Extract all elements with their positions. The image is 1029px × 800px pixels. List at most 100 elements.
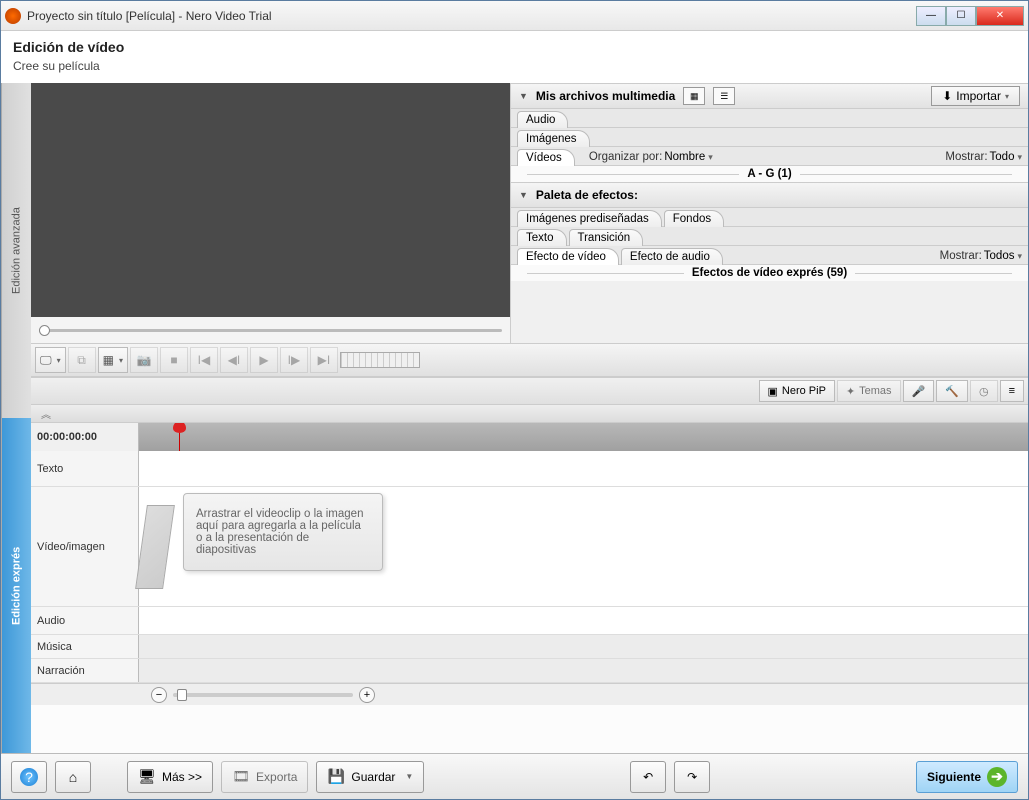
media-panel-title: Mis archivos multimedia <box>536 89 675 103</box>
page-header: Edición de vídeo Cree su película <box>1 31 1028 83</box>
wand-icon: ✦ <box>846 385 855 398</box>
next-frame-button: ▶I <box>310 347 338 373</box>
save-icon: 💾 <box>327 768 345 786</box>
stop-button: ■ <box>160 347 188 373</box>
view-grid-button[interactable]: ▦ <box>683 87 705 105</box>
timeline-collapse[interactable]: ︽ <box>31 405 1028 423</box>
music-track[interactable] <box>139 635 1028 658</box>
tab-express-edit[interactable]: Edición exprés <box>1 418 31 753</box>
seek-thumb[interactable] <box>39 325 50 336</box>
fx-group: Efectos de vídeo exprés (59) <box>692 267 847 279</box>
narration-track[interactable] <box>139 659 1028 682</box>
timeline: 00:00:00:00 Texto Vídeo/imagen Arrastrar… <box>31 423 1028 753</box>
media-panel-header: ▼ Mis archivos multimedia ▦ ☰ ⬇ Importar… <box>511 83 1028 109</box>
nero-home-button[interactable]: ⌂ <box>55 761 91 793</box>
close-button[interactable]: ✕ <box>976 6 1024 26</box>
footer: ? ⌂ 🖥Más >> 🎞Exporta 💾Guardar▼ ↶ ↷ Sigui… <box>1 753 1028 799</box>
snapshot-button: 📷 <box>130 347 158 373</box>
tools-button[interactable]: 🔨 <box>936 380 968 402</box>
collapse-icon[interactable]: ▼ <box>519 91 528 101</box>
mic-icon: 🎤 <box>912 385 926 398</box>
track-label-video: Vídeo/imagen <box>31 487 139 606</box>
pip-icon: ▣ <box>768 385 778 398</box>
tab-transition[interactable]: Transición <box>569 229 644 246</box>
tab-audio-fx[interactable]: Efecto de audio <box>621 248 723 265</box>
monitor-icon: 🖥 <box>138 768 156 786</box>
help-icon: ? <box>20 768 38 786</box>
playhead[interactable] <box>179 423 180 451</box>
redo-icon: ↷ <box>687 770 697 784</box>
timeline-tools: ▣Nero PiP ✦Temas 🎤 🔨 ◷ ≡ <box>31 377 1028 405</box>
clock-icon: ◷ <box>979 385 989 398</box>
tab-backgrounds[interactable]: Fondos <box>664 210 724 227</box>
next-button[interactable]: Siguiente➔ <box>916 761 1018 793</box>
download-icon: ⬇ <box>942 89 952 103</box>
collapse-icon[interactable]: ▼ <box>519 190 528 200</box>
undo-button[interactable]: ↶ <box>630 761 666 793</box>
fx-show-label: Mostrar: <box>940 250 982 262</box>
more-button[interactable]: 🖥Más >> <box>127 761 213 793</box>
film-icon: 🎞 <box>232 768 250 786</box>
video-preview <box>31 83 510 317</box>
redo-button[interactable]: ↷ <box>674 761 710 793</box>
effects-panel-header: ▼ Paleta de efectos: <box>511 182 1028 208</box>
zoom-in-button[interactable]: + <box>359 687 375 703</box>
page-subtitle: Cree su película <box>13 59 1016 73</box>
seek-bar[interactable] <box>31 317 510 343</box>
jog-ruler[interactable] <box>340 352 420 368</box>
tab-images[interactable]: Imágenes <box>517 130 590 147</box>
settings-button[interactable]: ≡ <box>1000 380 1024 402</box>
export-button: 🎞Exporta <box>221 761 308 793</box>
tab-clipart[interactable]: Imágenes prediseñadas <box>517 210 662 227</box>
fx-show-dropdown[interactable]: Todos <box>984 250 1022 262</box>
show-dropdown[interactable]: Todo <box>990 151 1022 163</box>
text-track[interactable] <box>139 451 1028 486</box>
app-window: Proyecto sin título [Película] - Nero Vi… <box>0 0 1029 800</box>
duration-button: ◷ <box>970 380 998 402</box>
zoom-thumb[interactable] <box>177 689 187 701</box>
minimize-button[interactable]: — <box>916 6 946 26</box>
import-button[interactable]: ⬇ Importar ▾ <box>931 86 1020 106</box>
prev-frame-button: I◀ <box>190 347 218 373</box>
zoom-slider[interactable] <box>173 693 353 697</box>
help-button[interactable]: ? <box>11 761 47 793</box>
display-mode-button[interactable]: 🖵 <box>35 347 66 373</box>
view-list-button[interactable]: ☰ <box>713 87 735 105</box>
clip-placeholder-icon <box>135 505 175 589</box>
zoom-out-button[interactable]: − <box>151 687 167 703</box>
save-button[interactable]: 💾Guardar▼ <box>316 761 424 793</box>
show-label: Mostrar: <box>945 151 987 163</box>
timeline-ruler[interactable] <box>139 423 1028 451</box>
window-title: Proyecto sin título [Película] - Nero Vi… <box>27 9 916 23</box>
mode-tabs: Edición avanzada Edición exprés <box>1 83 31 753</box>
timecode: 00:00:00:00 <box>31 423 139 451</box>
organize-dropdown[interactable]: Nombre <box>664 151 712 163</box>
organize-label: Organizar por: <box>589 151 663 163</box>
tab-text-fx[interactable]: Texto <box>517 229 567 246</box>
step-back-button: ◀I <box>220 347 248 373</box>
page-title: Edición de vídeo <box>13 39 1016 55</box>
tab-videos[interactable]: Vídeos <box>517 149 575 166</box>
nero-icon: ⌂ <box>64 768 82 786</box>
nero-pip-button[interactable]: ▣Nero PiP <box>759 380 835 402</box>
playback-toolbar: 🖵 ⧉ ▦ 📷 ■ I◀ ◀I ▶ I▶ ▶I <box>31 343 1028 377</box>
themes-button: ✦Temas <box>837 380 901 402</box>
sliders-icon: ≡ <box>1009 385 1015 397</box>
tab-advanced-edit[interactable]: Edición avanzada <box>1 83 31 418</box>
track-label-audio: Audio <box>31 607 139 634</box>
tab-audio[interactable]: Audio <box>517 111 568 128</box>
track-label-text: Texto <box>31 451 139 486</box>
microphone-button[interactable]: 🎤 <box>903 380 935 402</box>
app-icon <box>5 8 21 24</box>
audio-track[interactable] <box>139 607 1028 634</box>
hammer-icon: 🔨 <box>945 385 959 398</box>
drop-hint: Arrastrar el videoclip o la imagen aquí … <box>183 493 383 571</box>
track-label-music: Música <box>31 635 139 658</box>
undo-icon: ↶ <box>643 770 653 784</box>
layout-button[interactable]: ▦ <box>98 347 128 373</box>
tab-video-fx[interactable]: Efecto de vídeo <box>517 248 619 265</box>
maximize-button[interactable]: ☐ <box>946 6 976 26</box>
split-screen-button: ⧉ <box>68 347 96 373</box>
video-track[interactable]: Arrastrar el videoclip o la imagen aquí … <box>139 487 1028 606</box>
play-button: ▶ <box>250 347 278 373</box>
